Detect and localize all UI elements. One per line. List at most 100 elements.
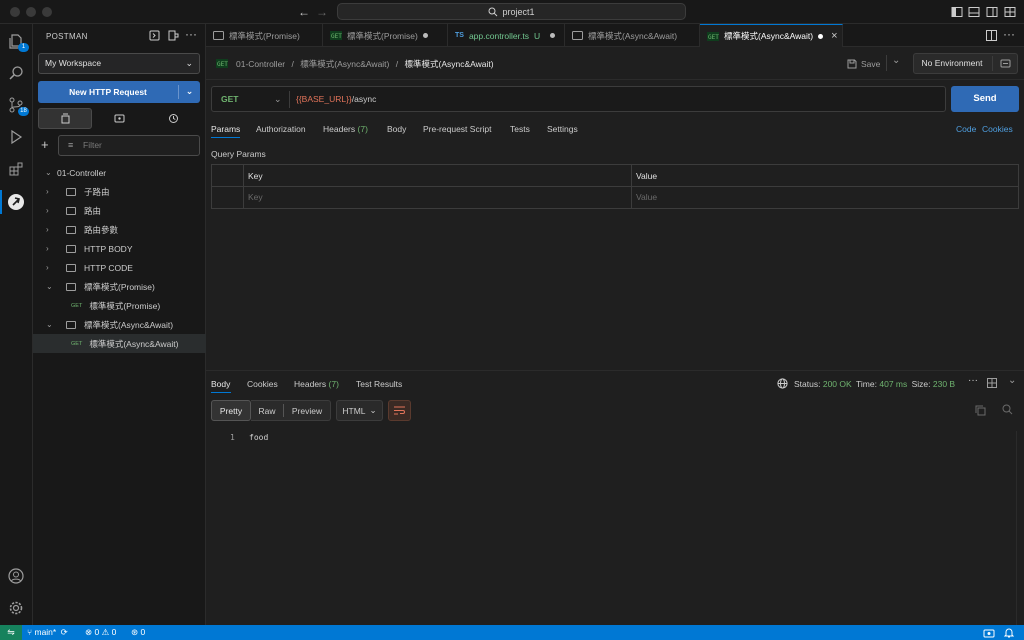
more-actions-icon[interactable]: ··· [1003, 27, 1015, 41]
search-icon[interactable] [5, 62, 27, 84]
breadcrumb-collection[interactable]: 01-Controller [236, 59, 285, 69]
view-pretty-button[interactable]: Pretty [211, 400, 251, 421]
request-item[interactable]: GET 標準模式(Promise) [33, 296, 206, 315]
tab-request-promise[interactable]: GET 標準模式(Promise) [323, 24, 448, 47]
folder-item[interactable]: › 路由參數 [33, 220, 206, 239]
environment-quick-look-icon[interactable] [1000, 58, 1011, 69]
folder-item[interactable]: › 子路由 [33, 182, 206, 201]
toggle-secondary-sidebar-icon[interactable] [986, 6, 998, 18]
extensions-icon[interactable] [5, 158, 27, 180]
collection-row[interactable]: ⌄ 01-Controller [33, 163, 206, 182]
copy-icon[interactable] [975, 405, 986, 416]
split-editor-icon[interactable] [986, 30, 997, 41]
format-select[interactable]: HTML ⌄ [336, 400, 383, 421]
minimize-window-button[interactable] [26, 7, 36, 17]
source-control-badge: 18 [18, 107, 29, 116]
run-debug-icon[interactable] [5, 126, 27, 148]
cookies-link[interactable]: Cookies [982, 124, 1013, 134]
problems-indicator[interactable]: ⊗ 0 ⚠ 0 [85, 627, 116, 638]
settings-gear-icon[interactable] [5, 597, 27, 619]
tab-folder-async[interactable]: 標準模式(Async&Await) [565, 24, 700, 47]
url-input[interactable]: {{BASE_URL}}/async [296, 87, 376, 111]
new-window-icon[interactable] [168, 30, 179, 41]
collapse-panel-icon[interactable] [149, 30, 160, 41]
new-http-request-button[interactable]: New HTTP Request ⌄ [38, 81, 200, 103]
tab-request-async[interactable]: GET 標準模式(Async&Await) × [700, 24, 843, 47]
account-icon[interactable] [5, 565, 27, 587]
tab-app-controller[interactable]: TS app.controller.ts U [448, 24, 565, 47]
zoom-window-button[interactable] [42, 7, 52, 17]
filter-input[interactable]: ≡ Filter [58, 135, 200, 156]
environments-tab[interactable] [92, 108, 146, 129]
response-tab-body[interactable]: Body [211, 379, 230, 389]
explorer-icon[interactable]: 1 [5, 30, 29, 52]
close-icon[interactable]: × [831, 30, 837, 42]
source-control-icon[interactable]: 18 [5, 94, 29, 116]
search-icon[interactable] [1002, 404, 1013, 415]
layout-icon[interactable] [987, 378, 997, 388]
response-tab-test-results[interactable]: Test Results [356, 379, 402, 389]
breadcrumb-folder[interactable]: 標準模式(Async&Await) [300, 59, 389, 69]
add-icon[interactable]: + [41, 137, 49, 152]
folder-item[interactable]: ⌄ 標準模式(Promise) [33, 277, 206, 296]
send-button[interactable]: Send [951, 86, 1019, 112]
tab-prerequest-script[interactable]: Pre-request Script [423, 124, 492, 134]
method-select[interactable]: GET [221, 87, 238, 111]
notifications-bell-icon[interactable] [1004, 627, 1014, 638]
param-key-input[interactable]: Key [244, 187, 630, 208]
wrap-lines-button[interactable] [388, 400, 411, 421]
status-value[interactable]: 200 OK [823, 379, 852, 389]
tab-label: 標準模式(Async&Await) [588, 30, 678, 41]
history-tab[interactable] [146, 108, 200, 129]
code-link[interactable]: Code [956, 124, 976, 134]
warning-icon: ⚠ [101, 627, 110, 637]
close-window-button[interactable] [10, 7, 20, 17]
time-value[interactable]: 407 ms [879, 379, 907, 389]
tab-headers[interactable]: Headers (7) [323, 124, 368, 134]
ports-indicator[interactable]: ⊛ 0 [131, 627, 145, 638]
response-tab-cookies[interactable]: Cookies [247, 379, 278, 389]
method-chevron-icon[interactable]: ⌄ [274, 94, 282, 105]
tab-folder-promise[interactable]: 標準模式(Promise) [206, 24, 323, 47]
environment-selector[interactable]: No Environment [913, 53, 1018, 74]
request-item-selected[interactable]: GET 標準模式(Async&Await) [33, 334, 206, 353]
remote-icon[interactable]: ⇋ [0, 625, 22, 640]
more-actions-icon[interactable]: ··· [185, 27, 197, 41]
breadcrumb: 01-Controller / 標準模式(Async&Await) / 標準模式… [236, 58, 494, 70]
accounts-icon[interactable] [983, 627, 995, 638]
branch-indicator[interactable]: ⑂ main* ⟳ [27, 627, 68, 638]
save-button[interactable]: Save [847, 56, 880, 71]
http-request-icon: GET [216, 59, 228, 68]
forward-arrow-icon[interactable]: → [316, 5, 328, 19]
tab-authorization[interactable]: Authorization [256, 124, 306, 134]
workspace-select[interactable]: My Workspace ⌄ [38, 53, 200, 74]
view-preview-button[interactable]: Preview [284, 406, 330, 416]
folder-item[interactable]: › HTTP BODY [33, 239, 206, 258]
response-tab-headers[interactable]: Headers (7) [294, 379, 339, 389]
tab-params[interactable]: Params [211, 124, 240, 134]
collections-tab[interactable] [38, 108, 92, 129]
folder-item[interactable]: ⌄ 標準模式(Async&Await) [33, 315, 206, 334]
globe-icon[interactable] [777, 378, 788, 389]
size-value[interactable]: 230 B [933, 379, 955, 389]
toggle-sidebar-icon[interactable] [951, 6, 963, 18]
postman-icon[interactable] [5, 191, 27, 213]
filter-icon: ≡ [68, 140, 74, 150]
toggle-panel-icon[interactable] [968, 6, 980, 18]
command-center-search[interactable]: project1 [337, 3, 686, 20]
view-raw-button[interactable]: Raw [251, 406, 283, 416]
new-request-dropdown-icon[interactable]: ⌄ [179, 81, 200, 103]
response-body-text[interactable]: food [249, 433, 268, 442]
more-actions-icon[interactable]: ··· [968, 375, 978, 386]
back-arrow-icon[interactable]: ← [298, 5, 310, 19]
collapse-chevron-icon[interactable]: ⌄ [1008, 375, 1016, 386]
tab-body[interactable]: Body [387, 124, 406, 134]
scrollbar-track[interactable] [1016, 431, 1017, 625]
tab-tests[interactable]: Tests [510, 124, 530, 134]
customize-layout-icon[interactable] [1004, 6, 1016, 18]
param-value-input[interactable]: Value [632, 187, 1018, 208]
folder-item[interactable]: › 路由 [33, 201, 206, 220]
save-options-chevron-icon[interactable]: ⌄ [892, 55, 900, 66]
tab-settings[interactable]: Settings [547, 124, 578, 134]
folder-item[interactable]: › HTTP CODE [33, 258, 206, 277]
